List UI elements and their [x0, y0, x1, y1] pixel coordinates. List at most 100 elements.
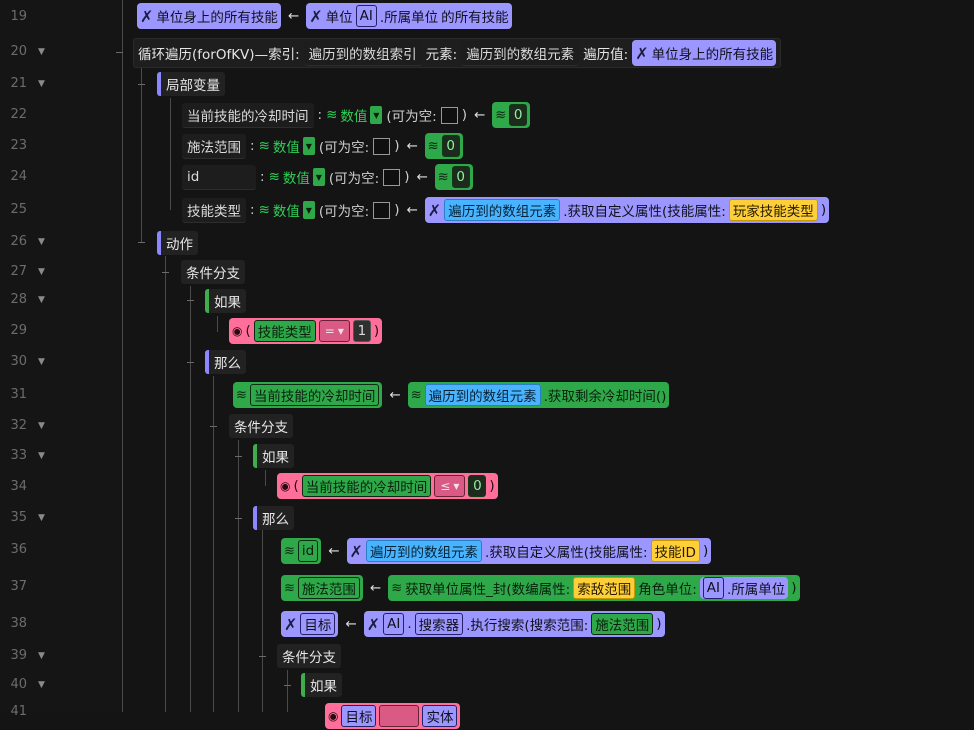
- collapse-toggle[interactable]: [138, 242, 145, 243]
- var-chip[interactable]: 当前技能的冷却时间: [249, 384, 380, 406]
- number-value[interactable]: 0: [441, 135, 460, 157]
- entity-chip[interactable]: 实体: [422, 705, 458, 727]
- nullable-checkbox[interactable]: [383, 168, 401, 186]
- fold-arrow-icon[interactable]: ▼: [38, 448, 45, 464]
- assignment-row[interactable]: ✗ 单位身上的所有技能 ← ✗ 单位 AI .所属单位 的所有技能: [137, 2, 512, 30]
- fold-arrow-icon[interactable]: ▼: [38, 44, 45, 60]
- var-chip[interactable]: id: [297, 540, 319, 562]
- var-chip[interactable]: 当前技能的冷却时间: [301, 475, 432, 497]
- attr-chip[interactable]: 索敌范围: [573, 577, 636, 599]
- type-selector[interactable]: ≋ 数值 ▼: [269, 167, 325, 187]
- variable-block[interactable]: ≋ 施法范围: [281, 575, 363, 601]
- loop-index-var[interactable]: 遍历到的数组索引: [303, 40, 422, 66]
- unit-expression[interactable]: AI .所属单位: [699, 577, 789, 599]
- local-var-name[interactable]: id: [182, 164, 256, 190]
- if-node[interactable]: 如果: [253, 442, 294, 470]
- chevron-down-icon[interactable]: ▼: [302, 201, 315, 219]
- chevron-down-icon[interactable]: ▼: [370, 106, 383, 124]
- fold-arrow-icon[interactable]: ▼: [38, 418, 45, 434]
- searcher-chip[interactable]: 搜索器: [414, 613, 464, 635]
- ai-chip[interactable]: AI: [383, 613, 405, 635]
- expression-block[interactable]: ✗ 单位 AI .所属单位 的所有技能: [306, 3, 512, 29]
- local-var-row[interactable]: 当前技能的冷却时间 : ≋ 数值 ▼ (可为空: ) ← ≋ 0: [182, 101, 531, 129]
- method-call-block[interactable]: ✗ AI . 搜索器 .执行搜索(搜索范围: 施法范围 ): [363, 611, 665, 637]
- local-var-name[interactable]: 当前技能的冷却时间: [182, 102, 314, 128]
- assignment-row[interactable]: ✗ 目标 ← ✗ AI . 搜索器 .执行搜索(搜索范围: 施法范围 ): [281, 610, 665, 638]
- assignment-row[interactable]: ≋ 施法范围 ← ≋ 获取单位属性_封(数编属性: 索敌范围 角色单位: AI .…: [281, 574, 800, 602]
- collapse-toggle[interactable]: [235, 518, 242, 519]
- fold-arrow-icon[interactable]: ▼: [38, 292, 45, 308]
- number-value[interactable]: 1: [352, 320, 371, 342]
- variable-block[interactable]: ✗ 单位身上的所有技能: [137, 3, 281, 29]
- compare-block[interactable]: ◉ ( 技能类型 = ▾ 1 ): [229, 318, 383, 344]
- assignment-row[interactable]: ≋ id ← ✗ 遍历到的数组元素 .获取自定义属性(技能属性: 技能ID ): [281, 537, 712, 565]
- assignment-row[interactable]: ≋ 当前技能的冷却时间 ← ≋ 遍历到的数组元素 .获取剩余冷却时间(): [233, 381, 670, 409]
- var-chip[interactable]: 施法范围: [297, 577, 360, 599]
- local-var-row[interactable]: 施法范围 : ≋ 数值 ▼ (可为空: ) ← ≋ 0: [182, 132, 463, 160]
- method-call-block[interactable]: ✗ 遍历到的数组元素 .获取自定义属性(技能属性: 技能ID ): [346, 538, 712, 564]
- compare-block[interactable]: ◉ ( 当前技能的冷却时间 ≤ ▾ 0 ): [277, 473, 498, 499]
- branch-node[interactable]: 条件分支: [181, 258, 245, 286]
- local-var-name[interactable]: 技能类型: [182, 197, 246, 223]
- local-var-row[interactable]: id : ≋ 数值 ▼ (可为空: ) ← ≋ 0: [182, 163, 473, 191]
- local-var-row[interactable]: 技能类型 : ≋ 数值 ▼ (可为空: ) ← ✗ 遍历到的数组元素 .获取自定义属…: [182, 196, 830, 224]
- condition-row[interactable]: ◉ 目标 实体: [325, 702, 461, 730]
- fold-arrow-icon[interactable]: ▼: [38, 677, 45, 693]
- collapse-toggle[interactable]: [187, 362, 194, 363]
- if-node[interactable]: 如果: [301, 671, 342, 699]
- actions-section[interactable]: 动作: [157, 229, 198, 257]
- collapse-toggle[interactable]: [259, 656, 266, 657]
- number-value[interactable]: 0: [451, 166, 470, 188]
- fold-arrow-icon[interactable]: ▼: [38, 264, 45, 280]
- variable-block[interactable]: ✗ 目标: [281, 611, 339, 637]
- number-value[interactable]: 0: [468, 475, 487, 497]
- type-selector[interactable]: ≋ 数值 ▼: [259, 136, 315, 156]
- compare-block[interactable]: ◉ 目标 实体: [325, 703, 461, 729]
- var-chip[interactable]: 施法范围: [591, 613, 654, 635]
- ai-chip[interactable]: AI: [355, 5, 377, 27]
- fold-arrow-icon[interactable]: ▼: [38, 510, 45, 526]
- collapse-toggle[interactable]: [210, 426, 217, 427]
- ai-chip[interactable]: AI: [702, 577, 724, 599]
- collapse-toggle[interactable]: [235, 456, 242, 457]
- number-literal-block[interactable]: ≋ 0: [434, 164, 473, 190]
- fold-arrow-icon[interactable]: ▼: [38, 234, 45, 250]
- nullable-checkbox[interactable]: [373, 201, 391, 219]
- elem-var-chip[interactable]: 遍历到的数组元素: [444, 199, 561, 221]
- number-literal-block[interactable]: ≋ 0: [492, 102, 531, 128]
- chevron-down-icon[interactable]: ▼: [312, 168, 325, 186]
- attr-chip[interactable]: 技能ID: [650, 540, 700, 562]
- method-call-block[interactable]: ≋ 遍历到的数组元素 .获取剩余冷却时间(): [407, 382, 670, 408]
- collapse-toggle[interactable]: [284, 685, 291, 686]
- branch-node[interactable]: 条件分支: [229, 412, 293, 440]
- branch-node[interactable]: 条件分支: [277, 642, 341, 670]
- fold-arrow-icon[interactable]: ▼: [38, 354, 45, 370]
- nullable-checkbox[interactable]: [373, 137, 391, 155]
- locals-section[interactable]: 局部变量: [157, 70, 225, 98]
- collapse-toggle[interactable]: [187, 300, 194, 301]
- var-chip[interactable]: 技能类型: [253, 320, 316, 342]
- operator-select[interactable]: [379, 705, 420, 727]
- nullable-checkbox[interactable]: [440, 106, 458, 124]
- loop-value-block[interactable]: ✗ 单位身上的所有技能: [632, 40, 777, 66]
- var-chip[interactable]: 目标: [300, 613, 336, 635]
- then-node[interactable]: 那么: [253, 504, 294, 532]
- variable-block[interactable]: ≋ id: [281, 538, 322, 564]
- if-node[interactable]: 如果: [205, 287, 246, 315]
- collapse-toggle[interactable]: [116, 52, 123, 53]
- condition-row[interactable]: ◉ ( 当前技能的冷却时间 ≤ ▾ 0 ): [277, 472, 498, 500]
- condition-row[interactable]: ◉ ( 技能类型 = ▾ 1 ): [229, 317, 383, 345]
- then-node[interactable]: 那么: [205, 348, 246, 376]
- fold-arrow-icon[interactable]: ▼: [38, 76, 45, 92]
- elem-var-chip[interactable]: 遍历到的数组元素: [365, 540, 482, 562]
- loop-header[interactable]: 循环遍历(forOfKV)—索引: 遍历到的数组索引 元素: 遍历到的数组元素 …: [133, 38, 782, 68]
- operator-select[interactable]: = ▾: [318, 320, 350, 342]
- local-var-name[interactable]: 施法范围: [182, 133, 246, 159]
- collapse-toggle[interactable]: [138, 84, 145, 85]
- fold-arrow-icon[interactable]: ▼: [38, 648, 45, 664]
- operator-select[interactable]: ≤ ▾: [434, 475, 466, 497]
- attr-chip[interactable]: 玩家技能类型: [728, 199, 818, 221]
- type-selector[interactable]: ≋ 数值 ▼: [259, 200, 315, 220]
- number-literal-block[interactable]: ≋ 0: [424, 133, 463, 159]
- variable-block[interactable]: ≋ 当前技能的冷却时间: [233, 382, 383, 408]
